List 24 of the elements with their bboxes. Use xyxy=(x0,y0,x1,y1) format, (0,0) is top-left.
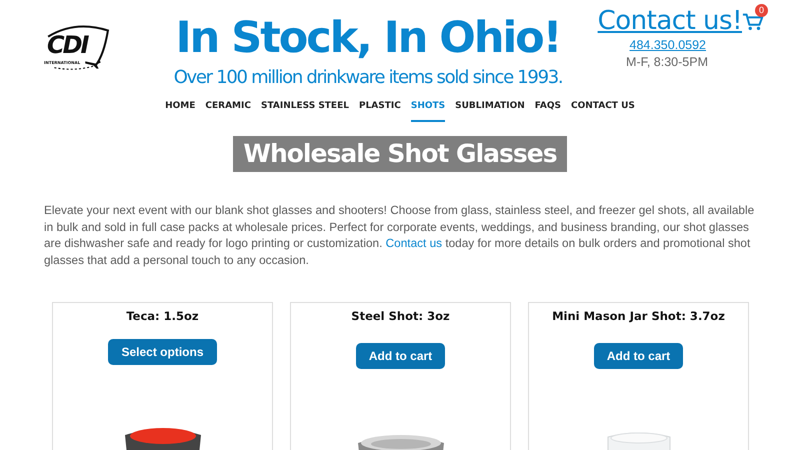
nav-link[interactable]: FAQS xyxy=(534,101,561,122)
nav-link[interactable]: STAINLESS STEEL xyxy=(260,101,349,122)
product-name[interactable]: Steel Shot: 3oz xyxy=(351,309,450,323)
nav-link[interactable]: SUBLIMATION xyxy=(455,101,525,122)
contact-link[interactable]: Contact us! xyxy=(598,6,742,36)
nav-link[interactable]: PLASTIC xyxy=(358,101,401,122)
contact-link[interactable]: Contact us xyxy=(386,236,442,250)
add-button[interactable]: Add to cart xyxy=(356,343,446,369)
nav-link[interactable]: CERAMIC xyxy=(205,101,251,122)
nav-link[interactable]: HOME xyxy=(165,101,196,122)
cart-icon[interactable] xyxy=(742,12,764,32)
site-headline: In Stock, In Ohio! xyxy=(176,12,560,65)
add-button[interactable]: Add to cart xyxy=(594,343,684,369)
intro-paragraph: Elevate your next event with our blank shot glasses and shooters! Choose from glass, stainless steel, and freezer gel shots, all available in bulk and sold in full case packs at wholesale prices. Perfect for corporate events, weddings, and business branding, our shot glasses are dishwasher safe and ready for logo printing or customization. Contact us today for more details on bulk orders and promotional shot glasses that add a personal touch to any occasion. xyxy=(44,202,756,268)
nav-link[interactable]: CONTACT US xyxy=(571,101,635,122)
product-name[interactable]: Teca: 1.5oz xyxy=(126,309,199,323)
product-name[interactable]: Mini Mason Jar Shot: 3.7oz xyxy=(552,309,725,323)
cart-count-badge: 0 xyxy=(755,4,768,17)
page-heading: Wholesale Shot Glasses xyxy=(233,136,567,172)
site-tagline: Over 100 million drinkware items sold since 1993. xyxy=(174,67,562,88)
business-hours: M-F, 8:30-5PM xyxy=(626,55,708,69)
nav-link[interactable]: SHOTS xyxy=(410,101,446,122)
add-button[interactable]: Select options xyxy=(108,339,216,365)
phone-link[interactable]: 484.350.0592 xyxy=(630,38,706,52)
